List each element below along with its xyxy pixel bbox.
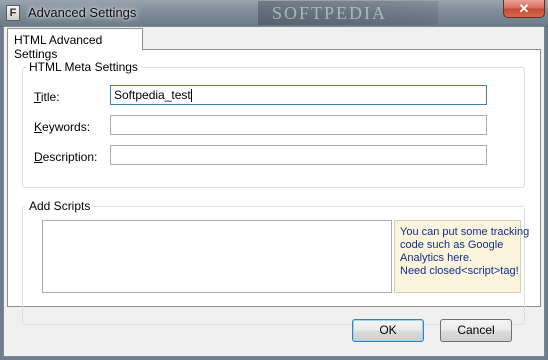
title-field[interactable]: Softpedia_test bbox=[110, 85, 487, 105]
meta-settings-heading: HTML Meta Settings bbox=[26, 60, 141, 74]
description-field[interactable] bbox=[110, 145, 487, 165]
keywords-label: Keywords: bbox=[34, 120, 91, 134]
title-bar[interactable]: F Advanced Settings SOFTPEDIA ✕ bbox=[0, 0, 548, 27]
dialog-body: HTML Advanced Settings HTML Meta Setting… bbox=[3, 26, 545, 357]
ok-button[interactable]: OK bbox=[352, 319, 424, 342]
cancel-button[interactable]: Cancel bbox=[440, 319, 512, 342]
close-button[interactable]: ✕ bbox=[503, 0, 545, 18]
description-label: Description: bbox=[34, 150, 98, 164]
tab-label: HTML Advanced Settings bbox=[14, 33, 103, 61]
hint-line: You can put some tracking bbox=[400, 226, 530, 238]
keywords-field[interactable] bbox=[110, 115, 487, 135]
close-icon: ✕ bbox=[518, 1, 530, 16]
add-scripts-heading: Add Scripts bbox=[26, 199, 94, 213]
text-caret bbox=[190, 89, 192, 103]
window-title: Advanced Settings bbox=[28, 5, 137, 20]
scripts-textarea[interactable] bbox=[42, 220, 392, 293]
watermark: SOFTPEDIA bbox=[258, 1, 438, 25]
title-label: Title: bbox=[34, 90, 60, 104]
hint-line: Analytics here. bbox=[400, 252, 473, 264]
app-icon: F bbox=[6, 5, 20, 21]
tab-html-advanced-settings[interactable]: HTML Advanced Settings bbox=[7, 28, 143, 61]
title-field-value: Softpedia_test bbox=[114, 88, 191, 102]
tracking-hint: You can put some tracking code such as G… bbox=[394, 220, 530, 293]
hint-line: Need closed<script>tag! bbox=[400, 265, 519, 277]
hint-line: code such as Google bbox=[400, 239, 504, 251]
